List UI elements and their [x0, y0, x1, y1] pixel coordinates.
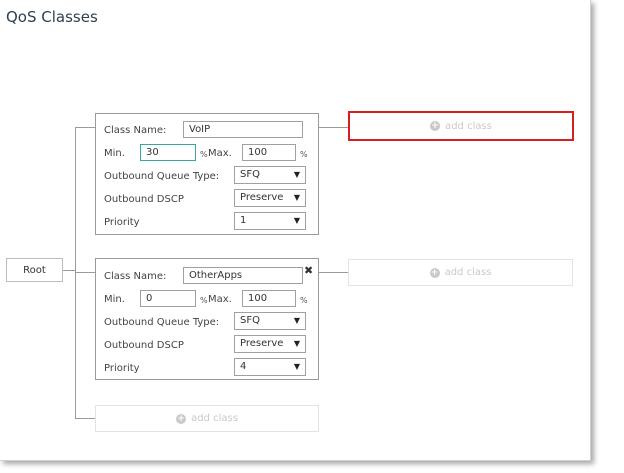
chevron-down-icon: ▼: [293, 362, 300, 371]
class-card-otherapps: Class Name: OtherApps Min. 0 % Max. 100 …: [95, 258, 319, 380]
qos-classes-panel: QoS Classes Root Class Name: VoIP Min. 3…: [0, 0, 591, 461]
queue-type-value: SFQ: [240, 169, 260, 180]
chevron-down-icon: ▼: [293, 339, 300, 348]
tree-connector: [75, 418, 95, 419]
min-percent-unit: %: [200, 150, 208, 159]
chevron-down-icon: ▼: [293, 170, 300, 179]
close-icon[interactable]: ✖: [304, 264, 313, 277]
queue-type-select[interactable]: SFQ ▼: [234, 166, 306, 184]
min-input[interactable]: 30: [140, 144, 196, 161]
class-name-input[interactable]: VoIP: [183, 121, 303, 138]
max-input[interactable]: 100: [242, 144, 296, 161]
min-label: Min.: [104, 148, 125, 159]
add-class-label: add class: [191, 413, 238, 424]
max-input[interactable]: 100: [242, 290, 296, 307]
dscp-value: Preserve: [240, 192, 284, 203]
dscp-label: Outbound DSCP: [104, 194, 184, 205]
min-percent-unit: %: [200, 296, 208, 305]
queue-type-select[interactable]: SFQ ▼: [234, 312, 306, 330]
class-name-label: Class Name:: [104, 125, 167, 136]
tree-connector: [75, 272, 95, 273]
priority-value: 4: [240, 361, 247, 372]
max-label: Max.: [208, 148, 232, 159]
min-label: Min.: [104, 294, 125, 305]
plus-circle-icon: +: [176, 413, 187, 424]
page-title: QoS Classes: [6, 8, 98, 26]
dscp-select[interactable]: Preserve ▼: [234, 335, 306, 353]
plus-circle-icon: +: [429, 267, 440, 278]
tree-connector: [319, 272, 348, 273]
max-label: Max.: [208, 294, 232, 305]
add-class-button-otherapps-child[interactable]: + add class: [348, 259, 573, 286]
queue-type-value: SFQ: [240, 315, 260, 326]
max-percent-unit: %: [300, 296, 308, 305]
add-class-button-root-child[interactable]: + add class: [95, 405, 319, 432]
priority-select[interactable]: 4 ▼: [234, 358, 306, 376]
queue-type-label: Outbound Queue Type:: [104, 171, 220, 182]
min-input[interactable]: 0: [140, 290, 196, 307]
root-node[interactable]: Root: [6, 258, 63, 282]
tree-connector: [75, 127, 95, 128]
priority-label: Priority: [104, 217, 140, 228]
max-percent-unit: %: [300, 150, 308, 159]
dscp-value: Preserve: [240, 338, 284, 349]
tree-connector: [63, 270, 75, 271]
priority-label: Priority: [104, 363, 140, 374]
queue-type-label: Outbound Queue Type:: [104, 317, 220, 328]
add-class-button-voip-child[interactable]: + add class: [348, 111, 574, 141]
add-class-label: add class: [445, 120, 492, 132]
add-class-label: add class: [444, 267, 492, 278]
chevron-down-icon: ▼: [293, 216, 300, 225]
tree-connector: [319, 127, 348, 128]
dscp-label: Outbound DSCP: [104, 340, 184, 351]
chevron-down-icon: ▼: [293, 316, 300, 325]
priority-select[interactable]: 1 ▼: [234, 212, 306, 230]
class-card-voip: Class Name: VoIP Min. 30 % Max. 100 % Ou…: [95, 113, 319, 235]
dscp-select[interactable]: Preserve ▼: [234, 189, 306, 207]
class-name-input[interactable]: OtherApps: [183, 267, 303, 284]
priority-value: 1: [240, 215, 247, 226]
plus-circle-icon: +: [430, 121, 441, 131]
chevron-down-icon: ▼: [293, 193, 300, 202]
class-name-label: Class Name:: [104, 271, 167, 282]
